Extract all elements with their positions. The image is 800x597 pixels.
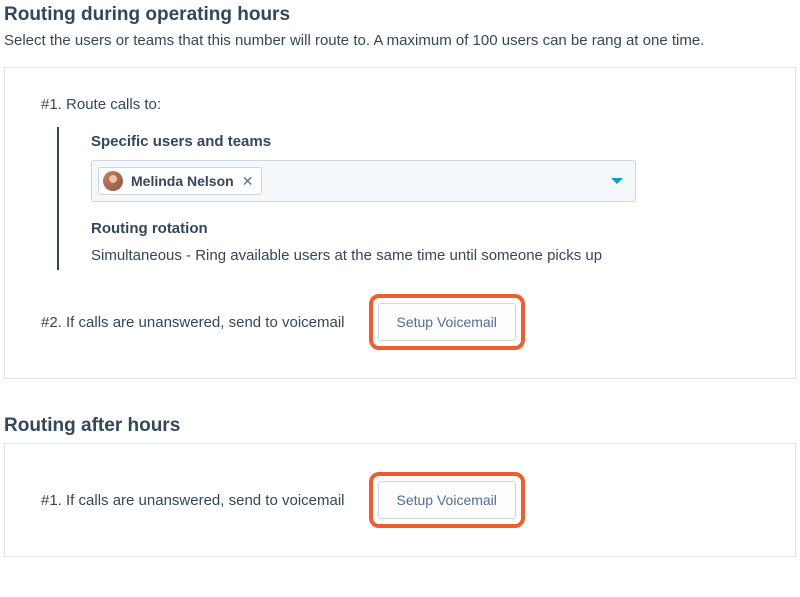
setup-voicemail-button-after[interactable]: Setup Voicemail [378,481,516,519]
user-chip-name: Melinda Nelson [131,173,234,189]
highlight-box: Setup Voicemail [369,294,525,350]
step1-route-calls: #1. Route calls to: [41,96,767,113]
route-config-block: Specific users and teams Melinda Nelson … [57,127,767,270]
after-step1-voicemail: #1. If calls are unanswered, send to voi… [41,472,767,528]
routing-rotation-heading: Routing rotation [91,220,767,237]
specific-users-heading: Specific users and teams [91,133,767,150]
highlight-box: Setup Voicemail [369,472,525,528]
after-hours-title: Routing after hours [4,415,796,437]
operating-hours-card: #1. Route calls to: Specific users and t… [4,67,796,379]
remove-user-icon[interactable]: ✕ [242,173,254,190]
user-chip: Melinda Nelson ✕ [98,167,262,195]
after-hours-card: #1. If calls are unanswered, send to voi… [4,443,796,557]
routing-rotation-text: Simultaneous - Ring available users at t… [91,247,767,264]
dropdown-caret-icon[interactable] [611,178,623,184]
avatar [103,171,123,191]
after-step1-label: #1. If calls are unanswered, send to voi… [41,492,345,509]
step2-label: #2. If calls are unanswered, send to voi… [41,314,345,331]
user-team-select[interactable]: Melinda Nelson ✕ [91,160,636,202]
operating-hours-title: Routing during operating hours [4,4,796,26]
setup-voicemail-button[interactable]: Setup Voicemail [378,303,516,341]
step1-label: #1. Route calls to: [41,96,161,113]
operating-hours-description: Select the users or teams that this numb… [4,32,796,49]
step2-voicemail: #2. If calls are unanswered, send to voi… [41,294,767,350]
